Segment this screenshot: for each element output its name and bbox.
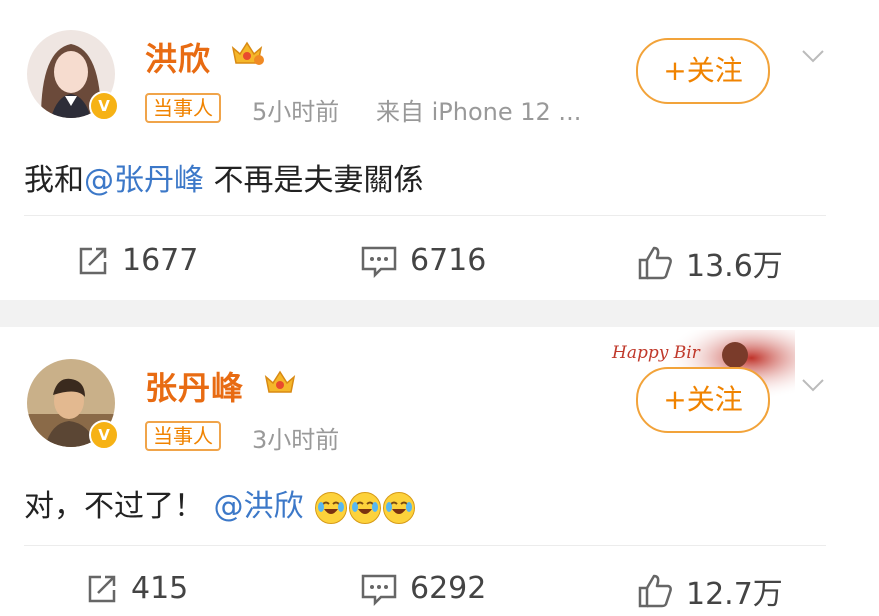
post-text-after: 不再是夫妻關係 — [204, 163, 424, 198]
comment-button[interactable]: 6292 — [360, 571, 486, 606]
laugh-cry-emoji-icon — [349, 491, 382, 524]
follow-button[interactable]: +关注 — [636, 367, 770, 433]
post-source: 来自 iPhone 12 ... — [376, 98, 582, 126]
post-text-before: 我和 — [24, 163, 84, 198]
chevron-down-icon[interactable] — [800, 371, 826, 397]
comment-icon — [361, 574, 397, 606]
weibo-post-1: V 洪欣 当事人 5小时前 来自 iPhone 12 ... +关注 我和@张丹… — [0, 0, 879, 300]
status-badge: 当事人 — [145, 421, 221, 451]
post-time: 5小时前 — [252, 98, 340, 126]
username[interactable]: 张丹峰 — [145, 363, 244, 409]
repost-icon — [79, 247, 107, 274]
repost-button[interactable]: 1677 — [76, 243, 198, 278]
weibo-post-2: V 张丹峰 当事人 3小时前 +关注 对，不过了！ @洪欣 415 6292 1… — [0, 327, 879, 616]
verified-badge-icon: V — [89, 420, 119, 450]
laugh-cry-emoji-icon — [383, 491, 416, 524]
thumbs-up-icon — [638, 246, 672, 280]
divider — [24, 215, 826, 216]
repost-count: 1677 — [122, 243, 199, 278]
like-count: 13.6万 — [686, 249, 783, 284]
divider — [24, 545, 826, 546]
status-badge: 当事人 — [145, 93, 221, 123]
chevron-down-icon[interactable] — [800, 42, 826, 68]
thumbs-up-icon — [638, 574, 672, 608]
repost-count: 415 — [131, 571, 189, 606]
post-text: 对，不过了！ @洪欣 — [24, 481, 416, 525]
comment-count: 6292 — [410, 571, 487, 606]
post-time: 3小时前 — [252, 426, 340, 454]
mention-link[interactable]: @洪欣 — [214, 489, 304, 524]
like-count: 12.7万 — [686, 577, 783, 612]
repost-button[interactable]: 415 — [85, 571, 188, 606]
mention-link[interactable]: @张丹峰 — [84, 163, 204, 198]
comment-count: 6716 — [410, 243, 487, 278]
post-separator — [0, 300, 879, 327]
vip-crown-icon — [264, 370, 296, 393]
comment-button[interactable]: 6716 — [360, 243, 486, 278]
like-button[interactable]: 13.6万 — [636, 241, 783, 285]
username[interactable]: 洪欣 — [145, 34, 211, 80]
follow-button[interactable]: +关注 — [636, 38, 770, 104]
post-text: 我和@张丹峰 不再是夫妻關係 — [24, 155, 424, 199]
laugh-cry-emoji-icon — [315, 491, 348, 524]
comment-icon — [361, 246, 397, 278]
vip-crown-icon — [231, 41, 264, 65]
verified-badge-icon: V — [89, 91, 119, 121]
like-button[interactable]: 12.7万 — [636, 569, 783, 613]
post-text-before: 对，不过了！ — [24, 489, 204, 524]
repost-icon — [88, 575, 116, 602]
